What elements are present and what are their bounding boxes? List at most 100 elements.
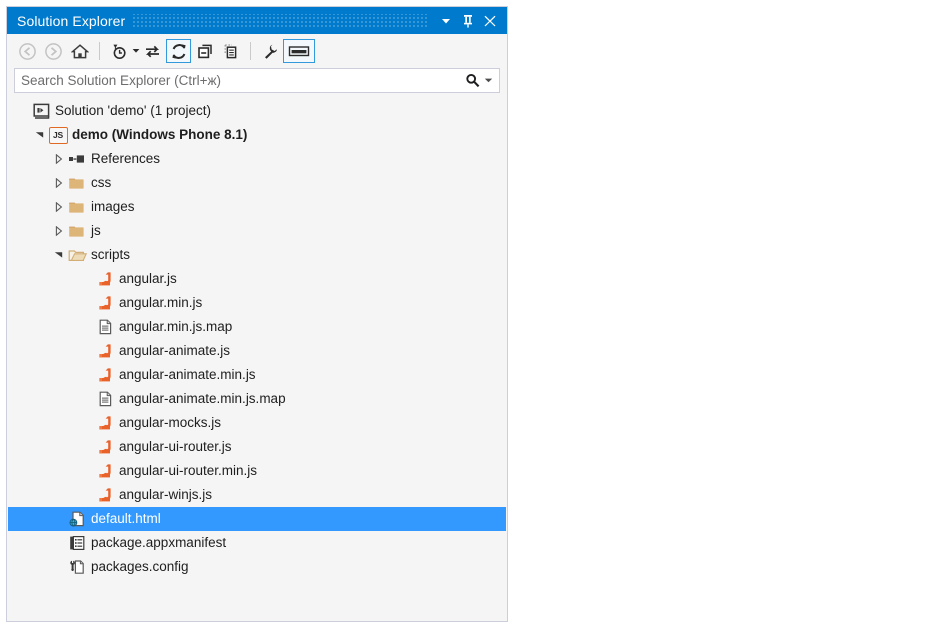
tree-expander-collapsed[interactable] [51,195,67,219]
window-menu-dropdown-button[interactable] [435,9,457,33]
back-button[interactable] [15,39,40,63]
chevron-right-icon [55,202,63,212]
js-file-icon [95,461,115,481]
search-controls [465,73,499,88]
back-arrow-icon [19,42,36,60]
tree-twisty-placeholder [79,411,95,435]
tree-row[interactable]: angular.min.js.map [8,315,506,339]
tree-row[interactable]: angular-animate.js [8,339,506,363]
home-button[interactable] [67,39,92,63]
tree-row[interactable]: Solution 'demo' (1 project) [8,99,506,123]
tree-row-label: angular-animate.js [119,343,231,358]
js-file-icon [99,272,111,286]
chevron-right-icon [55,226,63,236]
manifest-file-icon [67,533,87,553]
js-project-badge: JS [48,126,68,144]
close-icon [484,15,496,26]
chevron-down-icon [442,18,450,23]
js-file-icon [95,293,115,313]
solution-explorer-toolbar [7,34,507,68]
js-project-badge: JS [48,125,68,145]
tree-row[interactable]: JS demo (Windows Phone 8.1) [8,123,506,147]
refresh-button[interactable] [166,39,191,63]
solution-tree[interactable]: Solution 'demo' (1 project) JS demo (Wind… [7,97,507,621]
search-icon[interactable] [465,73,480,88]
show-all-files-button[interactable] [218,39,243,63]
search-options-dropdown-icon[interactable] [484,76,493,85]
tree-expander-collapsed[interactable] [51,219,67,243]
properties-button[interactable] [257,39,282,63]
tree-twisty-placeholder [79,363,95,387]
manifest-file-icon [70,536,85,551]
tree-expander-collapsed[interactable] [51,171,67,195]
solution-icon [32,103,49,119]
js-file-icon [95,413,115,433]
js-file-icon [99,368,111,382]
tree-row-label: packages.config [91,559,189,574]
map-file-icon [95,389,115,409]
auto-hide-pin-button[interactable] [457,9,479,33]
search-box[interactable] [14,68,500,93]
close-window-button[interactable] [479,9,501,33]
tree-row[interactable]: angular-ui-router.min.js [8,459,506,483]
js-file-icon [95,437,115,457]
js-file-icon [99,464,111,478]
collapse-all-icon [197,44,212,58]
tree-row[interactable]: packages.config [8,555,506,579]
wrench-icon [264,44,277,59]
html-file-icon [67,509,87,529]
tree-row-label: package.appxmanifest [91,535,227,550]
tree-twisty-placeholder [51,531,67,555]
tree-row[interactable]: angular.min.js [8,291,506,315]
tree-row[interactable]: package.appxmanifest [8,531,506,555]
tree-twisty-placeholder [79,435,95,459]
panel-title: Solution Explorer [17,12,126,29]
tree-twisty-placeholder [79,315,95,339]
toolbar-separator [99,42,100,60]
sync-arrows-icon [145,45,160,57]
tree-row[interactable]: References [8,147,506,171]
tree-twisty-placeholder [51,555,67,579]
tree-row[interactable]: css [8,171,506,195]
tree-row[interactable]: angular-winjs.js [8,483,506,507]
tree-row-label: demo (Windows Phone 8.1) [72,127,248,142]
tree-row[interactable]: angular-ui-router.js [8,435,506,459]
tree-row-label: angular-ui-router.js [119,439,232,454]
collapse-all-button[interactable] [192,39,217,63]
preview-selected-items-button[interactable] [283,39,315,63]
tree-row-label: angular-ui-router.min.js [119,463,258,478]
sync-with-active-document-button[interactable] [140,39,165,63]
toolbar-separator [250,42,251,60]
tree-row[interactable]: angular-animate.min.js.map [8,387,506,411]
pin-icon [464,14,472,28]
search-input[interactable] [15,73,465,88]
tree-row-selected[interactable]: default.html [8,507,506,531]
titlebar-drag-grip[interactable] [133,13,427,28]
folder-closed-icon [69,178,84,189]
chevron-right-icon [55,154,63,164]
tree-expander-expanded[interactable] [32,123,48,147]
tree-twisty-placeholder [79,339,95,363]
triangle-down-icon [35,132,44,138]
js-file-icon [99,344,111,358]
js-file-icon [99,416,111,430]
pending-changes-filter-button[interactable] [106,39,131,63]
tree-row-label: angular.js [119,271,177,286]
tree-row[interactable]: angular-animate.min.js [8,363,506,387]
js-file-icon [95,485,115,505]
tree-row[interactable]: angular.js [8,267,506,291]
tree-expander-expanded[interactable] [51,243,67,267]
tree-row[interactable]: scripts [8,243,506,267]
home-icon [70,43,89,58]
tree-row[interactable]: images [8,195,506,219]
tree-twisty-placeholder [51,507,67,531]
tree-expander-collapsed[interactable] [51,147,67,171]
js-file-icon [95,269,115,289]
tree-row[interactable]: angular-mocks.js [8,411,506,435]
tree-row[interactable]: js [8,219,506,243]
folder-closed-icon [67,197,87,217]
tree-row-label: angular.min.js.map [119,319,233,334]
forward-button[interactable] [41,39,66,63]
folder-closed-icon [67,173,87,193]
pending-changes-filter-dropdown[interactable] [132,39,140,63]
